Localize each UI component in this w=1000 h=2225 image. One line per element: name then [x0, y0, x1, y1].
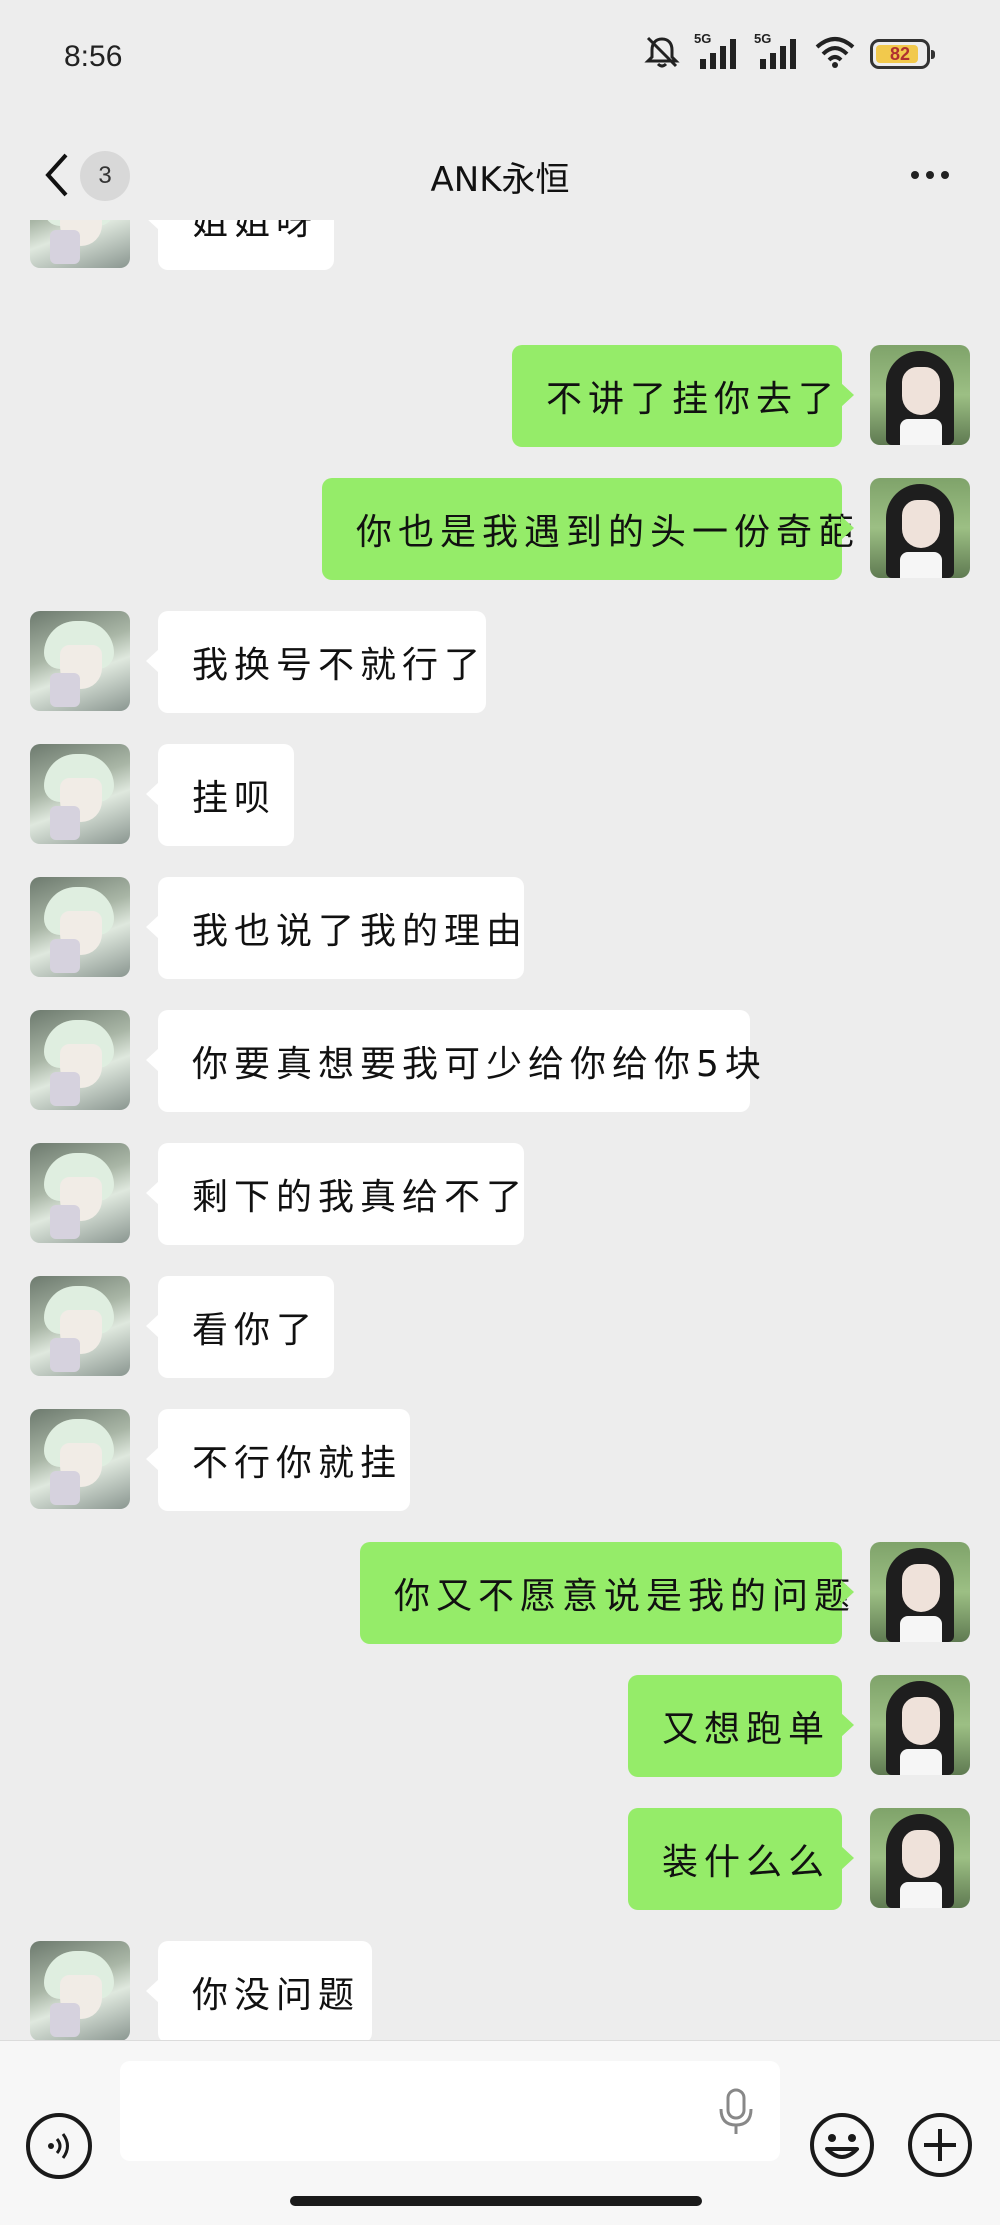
- home-indicator[interactable]: [290, 2196, 702, 2206]
- more-dots-icon[interactable]: [900, 152, 960, 198]
- battery-level: 82: [889, 43, 911, 64]
- message-bubble[interactable]: 剩下的我真给不了: [146, 1143, 524, 1245]
- message-bubble[interactable]: 不行你就挂: [146, 1409, 410, 1511]
- message-bubble[interactable]: 姐姐呀: [146, 220, 334, 270]
- mute-icon: [644, 35, 680, 73]
- avatar[interactable]: [30, 1010, 130, 1110]
- emoji-icon[interactable]: [808, 2111, 876, 2179]
- status-time: 8:56: [64, 40, 123, 73]
- avatar[interactable]: [30, 1941, 130, 2040]
- avatar[interactable]: [30, 1143, 130, 1243]
- avatar[interactable]: [870, 1542, 970, 1642]
- message-row: 你又不愿意说是我的问题: [0, 1542, 1000, 1644]
- message-row: 看你了: [0, 1276, 1000, 1378]
- status-icons: 5G 5G 82: [644, 31, 935, 74]
- avatar[interactable]: [30, 611, 130, 711]
- chat-title: ANK永恒: [430, 160, 570, 200]
- signal-icon: 5G: [754, 31, 800, 71]
- message-input-overlay: [120, 2061, 780, 2161]
- chat-header: 3 ANK永恒: [0, 130, 1000, 220]
- avatar[interactable]: [870, 1675, 970, 1775]
- avatar[interactable]: [30, 220, 130, 268]
- message-bubble[interactable]: 不讲了挂你去了: [512, 345, 854, 447]
- avatar[interactable]: [30, 1409, 130, 1509]
- wifi-icon: [814, 35, 856, 73]
- signal-icon: 5G: [694, 31, 740, 71]
- avatar[interactable]: [870, 1808, 970, 1908]
- message-bubble[interactable]: 看你了: [146, 1276, 334, 1378]
- avatar[interactable]: [30, 1276, 130, 1376]
- status-bar: 8:56 5G 5G 82: [0, 0, 1000, 120]
- message-row: 我也说了我的理由: [0, 877, 1000, 979]
- message-list[interactable]: 姐姐呀 不讲了挂你去了 你也是我遇到的头一份奇葩 我换号不就行了 挂呗 我也说了…: [0, 220, 1000, 2040]
- avatar[interactable]: [30, 744, 130, 844]
- message-row: 你没问题: [0, 1941, 1000, 2040]
- message-row: 我换号不就行了: [0, 611, 1000, 713]
- message-row: 你也是我遇到的头一份奇葩: [0, 478, 1000, 580]
- message-row: 不行你就挂: [0, 1409, 1000, 1511]
- voice-icon[interactable]: [26, 2113, 92, 2179]
- avatar[interactable]: [870, 478, 970, 578]
- message-row: 剩下的我真给不了: [0, 1143, 1000, 1245]
- message-row: 不讲了挂你去了: [0, 345, 1000, 447]
- message-bubble[interactable]: 我换号不就行了: [146, 611, 486, 713]
- message-bubble[interactable]: 又想跑单: [628, 1675, 854, 1777]
- avatar[interactable]: [870, 345, 970, 445]
- message-bubble[interactable]: 装什么么: [628, 1808, 854, 1910]
- message-row: 装什么么: [0, 1808, 1000, 1910]
- battery-icon: 82: [870, 39, 935, 69]
- message-row: 挂呗: [0, 744, 1000, 846]
- mic-icon[interactable]: [716, 2087, 756, 2137]
- message-bubble[interactable]: 你又不愿意说是我的问题: [360, 1542, 854, 1644]
- message-row: 你要真想要我可少给你给你5块: [0, 1010, 1000, 1112]
- message-bubble[interactable]: 我也说了我的理由: [146, 877, 524, 979]
- avatar[interactable]: [30, 877, 130, 977]
- message-bubble[interactable]: 你没问题: [146, 1941, 372, 2040]
- message-row: 又想跑单: [0, 1675, 1000, 1777]
- message-bubble[interactable]: 挂呗: [146, 744, 294, 846]
- plus-icon[interactable]: [906, 2111, 974, 2179]
- message-bubble[interactable]: 你也是我遇到的头一份奇葩: [322, 478, 854, 580]
- message-bubble[interactable]: 你要真想要我可少给你给你5块: [146, 1010, 761, 1112]
- message-row: 姐姐呀: [0, 220, 1000, 270]
